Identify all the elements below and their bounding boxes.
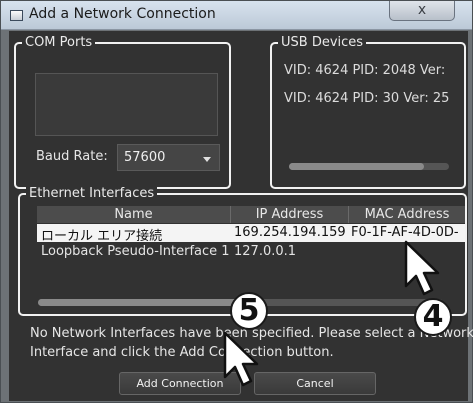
com-ports-group: COM Ports Baud Rate: 57600 <box>14 35 231 189</box>
usb-device-item[interactable]: VID: 4624 PID: 30 Ver: 25 <box>284 91 449 106</box>
usb-devices-label: USB Devices <box>278 35 367 51</box>
ip-address-cell: 127.0.0.1 <box>234 244 297 259</box>
dialog-window: Add a Network Connection x COM Ports Bau… <box>0 0 473 403</box>
scroll-thumb[interactable] <box>289 163 424 170</box>
column-header-name[interactable]: Name <box>37 206 231 223</box>
window-title: Add a Network Connection <box>29 6 216 22</box>
close-button[interactable]: x <box>389 1 455 21</box>
column-header-ip[interactable]: IP Address <box>231 206 349 223</box>
chevron-down-icon <box>203 157 211 162</box>
baud-rate-label: Baud Rate: <box>36 149 108 164</box>
column-header-mac[interactable]: MAC Address <box>349 206 465 223</box>
baud-rate-value: 57600 <box>124 150 166 165</box>
com-ports-list[interactable] <box>35 73 218 136</box>
window-icon <box>10 10 23 21</box>
close-icon: x <box>417 2 427 18</box>
com-ports-label: COM Ports <box>22 35 96 51</box>
arrow-pointer-icon <box>223 331 259 387</box>
baud-rate-select[interactable]: 57600 <box>117 144 220 171</box>
ip-address-cell: 169.254.194.159 <box>234 225 346 240</box>
usb-device-item[interactable]: VID: 4624 PID: 2048 Ver: <box>284 63 445 78</box>
usb-horizontal-scrollbar[interactable] <box>289 163 449 170</box>
interface-name-cell: Loopback Pseudo-Interface 1 <box>41 244 230 259</box>
usb-devices-group: USB Devices VID: 4624 PID: 2048 Ver: VID… <box>270 35 466 189</box>
scroll-thumb[interactable] <box>38 299 258 306</box>
ethernet-interfaces-label: Ethernet Interfaces <box>26 186 158 202</box>
title-bar[interactable]: Add a Network Connection x <box>1 1 472 30</box>
arrow-pointer-icon <box>404 240 440 296</box>
status-message-line-2: Interface and click the Add Connection b… <box>30 345 334 360</box>
cancel-button[interactable]: Cancel <box>254 372 376 395</box>
interface-name-cell: ローカル エリア接続 <box>41 229 163 244</box>
